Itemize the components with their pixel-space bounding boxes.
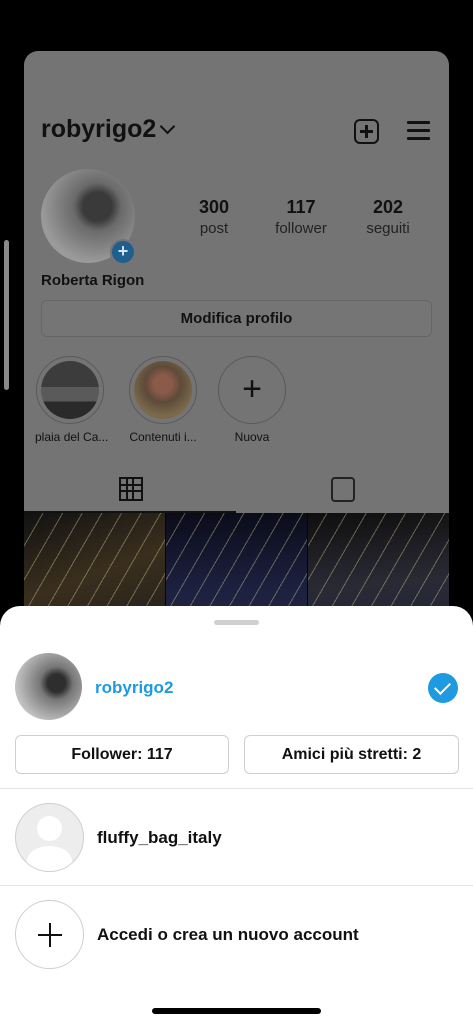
current-account-username[interactable]: robyrigo2 <box>95 678 173 698</box>
grid-icon[interactable] <box>119 477 143 501</box>
stat-posts-label: post <box>199 220 229 237</box>
account-username[interactable]: fluffy_bag_italy <box>97 828 222 848</box>
stat-posts-value: 300 <box>198 197 230 217</box>
sheet-handle[interactable] <box>214 620 259 625</box>
edit-profile-button[interactable]: Modifica profilo <box>41 300 432 337</box>
home-indicator[interactable] <box>152 1008 321 1014</box>
highlight-label: plaia del Ca... <box>35 430 109 444</box>
stat-following-label: seguiti <box>366 220 410 237</box>
highlight-label: Contenuti i... <box>129 430 197 444</box>
scroll-indicator <box>4 240 9 390</box>
divider <box>0 885 473 886</box>
chevron-down-icon <box>160 118 176 135</box>
stat-followers[interactable]: 117 follower <box>256 197 346 237</box>
divider <box>0 788 473 789</box>
tagged-icon[interactable] <box>331 477 355 502</box>
profile-background: robyrigo2 + 300 post 117 follower 202 se… <box>24 51 449 651</box>
stat-following-value: 202 <box>372 197 404 217</box>
profile-username: robyrigo2 <box>41 115 157 143</box>
username-switcher[interactable]: robyrigo2 <box>41 115 176 144</box>
current-account-avatar[interactable] <box>15 653 82 720</box>
followers-button[interactable]: Follower: 117 <box>15 735 229 774</box>
check-icon <box>428 673 458 703</box>
highlight-item[interactable]: Contenuti i... <box>128 356 198 444</box>
create-post-icon[interactable] <box>354 119 379 144</box>
account-avatar[interactable] <box>15 803 84 872</box>
add-account-icon[interactable] <box>15 900 84 969</box>
stat-followers-value: 117 <box>286 197 316 217</box>
highlight-item[interactable]: plaia del Ca... <box>35 356 109 444</box>
plus-icon: + <box>242 370 262 408</box>
close-friends-button[interactable]: Amici più stretti: 2 <box>244 735 459 774</box>
add-story-icon[interactable]: + <box>110 239 136 265</box>
add-account-label[interactable]: Accedi o crea un nuovo account <box>97 925 359 945</box>
profile-full-name: Roberta Rigon <box>41 272 145 289</box>
stat-followers-label: follower <box>275 220 327 237</box>
menu-icon[interactable] <box>407 121 430 140</box>
highlight-label: Nuova <box>234 430 270 444</box>
new-highlight-button[interactable]: + Nuova <box>217 356 287 444</box>
stat-following[interactable]: 202 seguiti <box>343 197 433 237</box>
account-switcher-sheet: robyrigo2 Follower: 117 Amici più strett… <box>0 606 473 1024</box>
stat-posts[interactable]: 300 post <box>169 197 259 237</box>
